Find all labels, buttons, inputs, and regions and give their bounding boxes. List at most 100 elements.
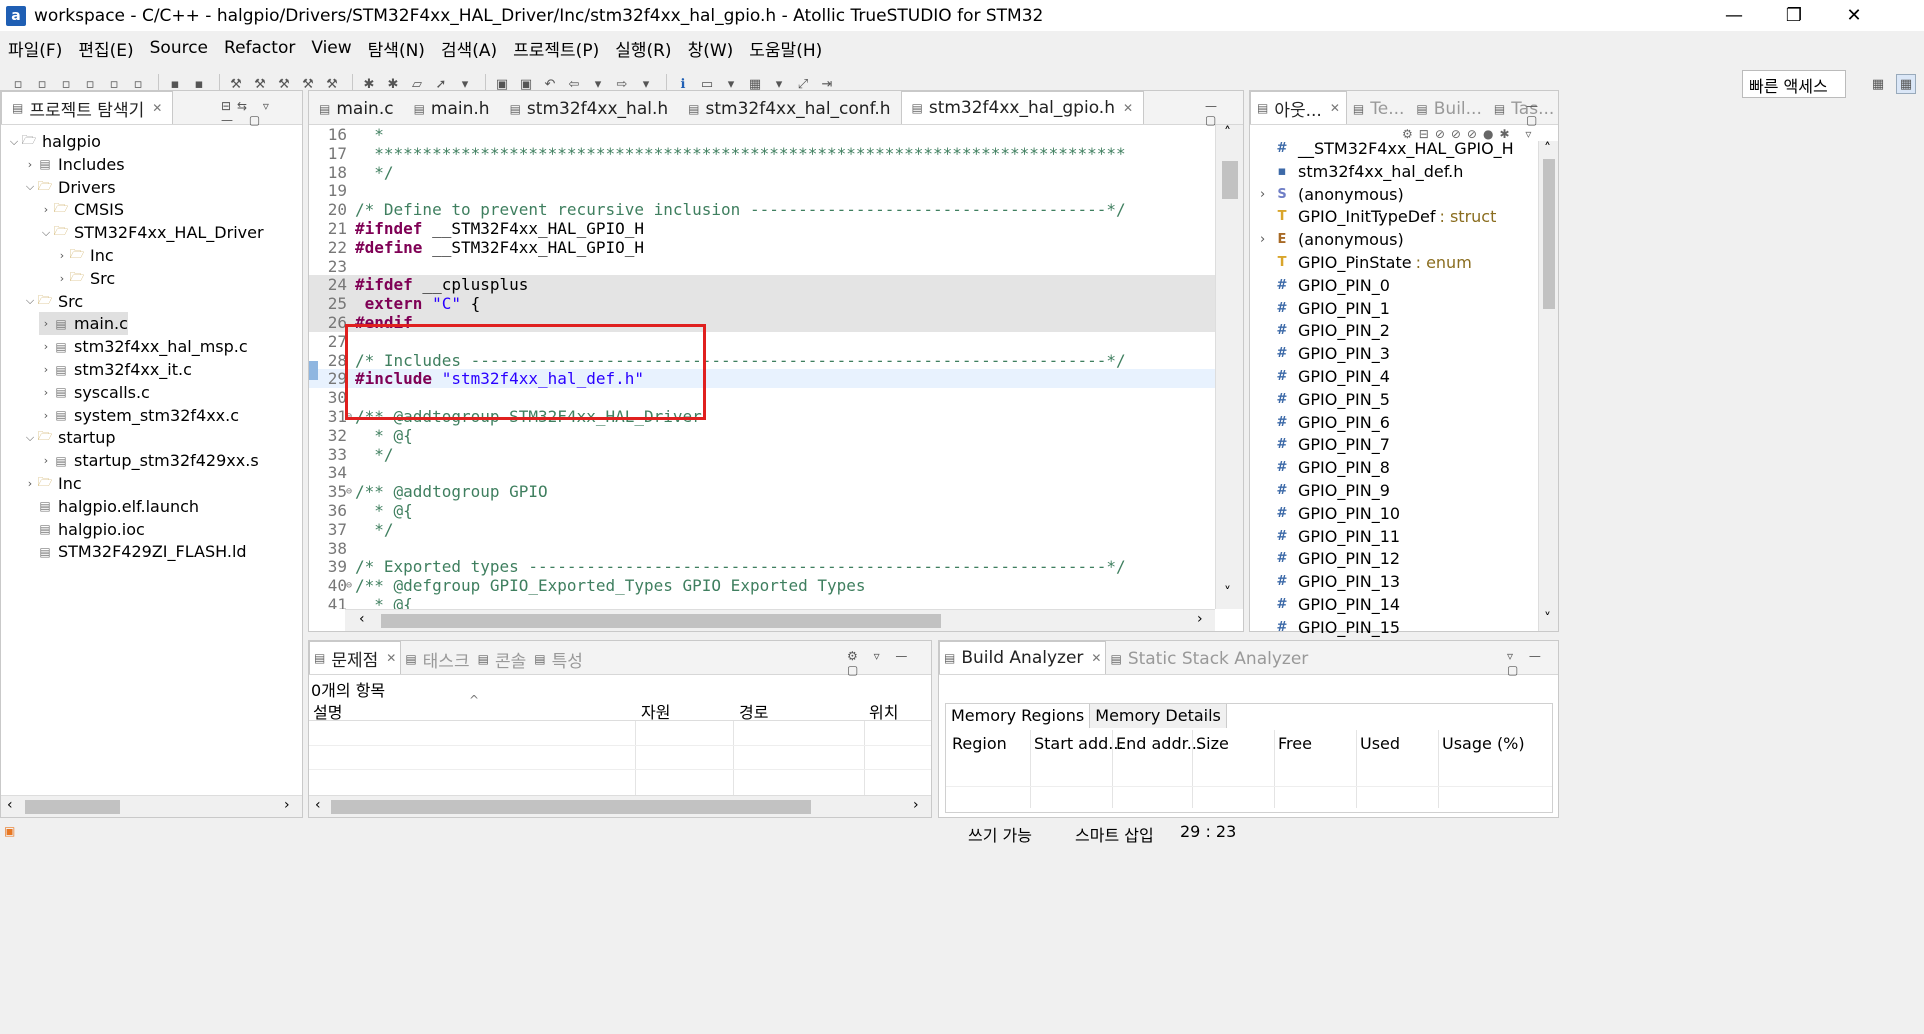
column-header[interactable]: Usage (%): [1442, 734, 1525, 753]
column-header[interactable]: Used: [1360, 734, 1400, 753]
chevron-right-icon[interactable]: ›: [23, 158, 37, 171]
tab-stm32f4xx-hal-conf-h[interactable]: ▤ stm32f4xx_hal_conf.h: [678, 94, 900, 124]
column-header[interactable]: Size: [1196, 734, 1229, 753]
tree-item[interactable]: ⌵ 🗁 halgpio: [7, 130, 101, 153]
quick-access-field[interactable]: 빠른 액세스: [1742, 70, 1846, 98]
tree-item[interactable]: › ▤ Includes: [23, 153, 125, 176]
tab-problems-3[interactable]: ▤ 특성: [530, 644, 587, 674]
menu-item[interactable]: 탐색(N): [360, 36, 433, 61]
tree-item[interactable]: ⌵ 🗁 Src: [23, 290, 83, 313]
cpp-perspective-icon[interactable]: ▦: [1896, 74, 1916, 94]
scroll-right-icon[interactable]: ›: [913, 797, 919, 813]
menu-item[interactable]: Source: [142, 38, 216, 58]
menu-item[interactable]: 검색(A): [433, 36, 505, 61]
column-header[interactable]: 설명: [313, 699, 342, 723]
chevron-down-icon[interactable]: ⌵: [23, 180, 37, 194]
outline-item[interactable]: # GPIO_PIN_13: [1274, 570, 1401, 593]
close-icon[interactable]: ✕: [386, 651, 396, 665]
outline-view-controls[interactable]: — ▢: [1526, 99, 1558, 127]
menu-item[interactable]: 편집(E): [70, 36, 141, 61]
tab-outline-2[interactable]: ▤ Buil...: [1410, 94, 1487, 124]
explorer-hscrollbar[interactable]: ‹ ›: [1, 795, 302, 817]
outline-item[interactable]: T GPIO_InitTypeDef: struct: [1274, 205, 1497, 228]
tree-item[interactable]: › ▤ stm32f4xx_hal_msp.c: [39, 335, 248, 358]
chevron-down-icon[interactable]: ⌵: [23, 431, 37, 445]
tree-item[interactable]: ⌵ 🗁 Drivers: [23, 176, 116, 199]
tree-item[interactable]: ▤ STM32F429ZI_FLASH.ld: [23, 540, 246, 563]
close-icon[interactable]: ✕: [1091, 651, 1101, 665]
chevron-down-icon[interactable]: ⌵: [39, 226, 53, 240]
chevron-right-icon[interactable]: ›: [39, 317, 53, 330]
menu-item[interactable]: 실행(R): [607, 36, 679, 61]
outline-item[interactable]: # GPIO_PIN_3: [1274, 342, 1390, 365]
outline-item[interactable]: # GPIO_PIN_2: [1274, 319, 1390, 342]
outline-item[interactable]: # GPIO_PIN_7: [1274, 433, 1390, 456]
memory-subtab[interactable]: Memory Regions: [946, 704, 1091, 728]
tab-main-c[interactable]: ▤ main.c: [309, 94, 404, 124]
column-header[interactable]: 위치: [869, 699, 898, 723]
tree-item[interactable]: › 🗁 Inc: [55, 244, 114, 267]
tab-main-h[interactable]: ▤ main.h: [404, 94, 500, 124]
column-header[interactable]: Free: [1278, 734, 1312, 753]
scroll-up-icon[interactable]: ˄: [1224, 125, 1231, 141]
chevron-right-icon[interactable]: ›: [55, 249, 69, 262]
chevron-right-icon[interactable]: ›: [39, 363, 53, 376]
chevron-right-icon[interactable]: ›: [23, 477, 37, 490]
tab-build-1[interactable]: ▤ Static Stack Analyzer: [1106, 644, 1312, 674]
outline-item[interactable]: # GPIO_PIN_11: [1274, 525, 1401, 548]
tree-item[interactable]: ▤ halgpio.elf.launch: [23, 495, 199, 518]
outline-item[interactable]: # GPIO_PIN_14: [1274, 593, 1401, 616]
tree-item[interactable]: › ▤ startup_stm32f429xx.s: [39, 449, 259, 472]
outline-item[interactable]: ▪ stm32f4xx_hal_def.h: [1274, 160, 1464, 183]
scrollbar-thumb[interactable]: [1222, 161, 1238, 199]
build-view-controls[interactable]: ▿ — ▢: [1507, 649, 1558, 677]
chevron-right-icon[interactable]: ›: [39, 454, 53, 467]
tab-outline-1[interactable]: ▤ Te...: [1347, 94, 1411, 124]
chevron-right-icon[interactable]: ›: [55, 272, 69, 285]
memory-subtab[interactable]: Memory Details: [1090, 704, 1227, 728]
editor-view-controls[interactable]: — ▢: [1205, 99, 1243, 127]
tree-item[interactable]: ⌵ 🗁 startup: [23, 426, 116, 449]
outline-item[interactable]: › S (anonymous): [1260, 183, 1404, 206]
scroll-left-icon[interactable]: ‹: [315, 797, 321, 813]
outline-item[interactable]: # GPIO_PIN_8: [1274, 456, 1390, 479]
editor-hscrollbar[interactable]: ‹ ›: [345, 609, 1215, 631]
chevron-down-icon[interactable]: ⌵: [23, 294, 37, 308]
maximize-button[interactable]: ❐: [1765, 0, 1823, 31]
tab-outline-0[interactable]: ▤ 아웃... ✕: [1250, 91, 1347, 124]
tree-item[interactable]: ▤ halgpio.ioc: [23, 518, 144, 541]
tree-item[interactable]: ⌵ 🗁 STM32F4xx_HAL_Driver: [39, 221, 264, 244]
tab-project-explorer[interactable]: ▤ 프로젝트 탐색기 ✕: [1, 91, 174, 124]
tab-stm32f4xx-hal-gpio-h[interactable]: ▤ stm32f4xx_hal_gpio.h ✕: [900, 91, 1145, 124]
explorer-view-controls[interactable]: ⊟⇆ ▿ — ▢: [221, 99, 302, 127]
outline-item[interactable]: # GPIO_PIN_6: [1274, 411, 1390, 434]
scrollbar-thumb[interactable]: [331, 800, 811, 814]
close-icon[interactable]: ✕: [152, 101, 162, 115]
outline-item[interactable]: › E (anonymous): [1260, 228, 1404, 251]
menu-item[interactable]: 프로젝트(P): [505, 36, 607, 61]
close-icon[interactable]: ✕: [1330, 101, 1340, 115]
scroll-right-icon[interactable]: ›: [1197, 611, 1203, 627]
menu-item[interactable]: View: [303, 38, 359, 58]
outline-item[interactable]: # GPIO_PIN_4: [1274, 365, 1390, 388]
chevron-right-icon[interactable]: ›: [39, 386, 53, 399]
chevron-right-icon[interactable]: ›: [1260, 187, 1265, 202]
scrollbar-thumb[interactable]: [1543, 159, 1555, 309]
chevron-right-icon[interactable]: ›: [39, 203, 53, 216]
chevron-right-icon[interactable]: ›: [39, 409, 53, 422]
scroll-left-icon[interactable]: ‹: [7, 797, 13, 813]
outline-item[interactable]: # GPIO_PIN_10: [1274, 502, 1401, 525]
tab-problems-2[interactable]: ▤ 콘솔: [474, 644, 531, 674]
problems-view-controls[interactable]: ⚙ ▿ — ▢: [847, 649, 931, 677]
tree-item[interactable]: › 🗁 Inc: [23, 472, 82, 495]
column-header[interactable]: 경로: [739, 699, 768, 723]
outline-item[interactable]: # GPIO_PIN_1: [1274, 297, 1390, 320]
minimize-button[interactable]: —: [1705, 0, 1763, 31]
scroll-down-icon[interactable]: ˅: [1224, 585, 1231, 601]
scroll-down-icon[interactable]: ˅: [1544, 611, 1551, 627]
scrollbar-thumb[interactable]: [381, 614, 941, 628]
scroll-right-icon[interactable]: ›: [284, 797, 290, 813]
tree-item[interactable]: › ▤ main.c: [39, 312, 128, 336]
menu-item[interactable]: 도움말(H): [741, 36, 830, 61]
outline-item[interactable]: # GPIO_PIN_15: [1274, 616, 1401, 639]
